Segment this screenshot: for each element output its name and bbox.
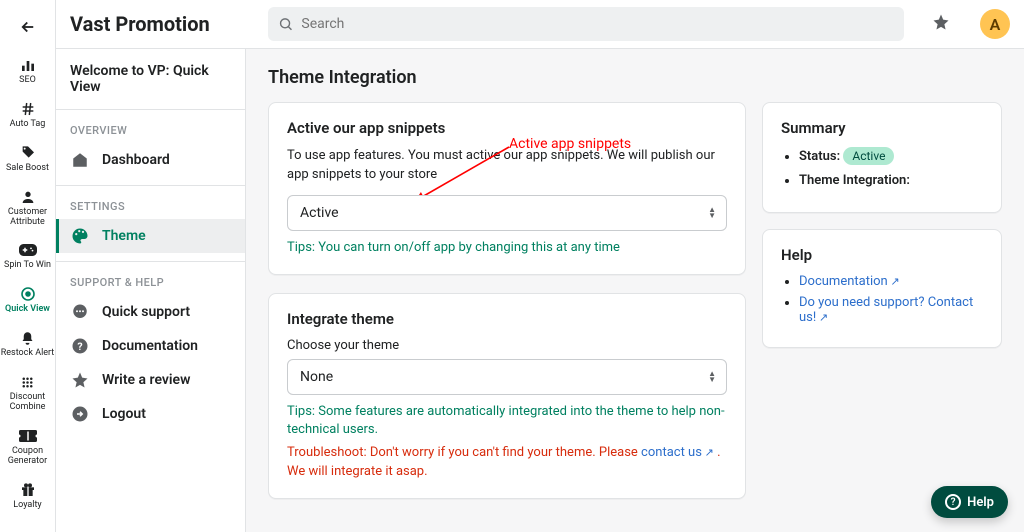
- summary-theme-row: Theme Integration:: [799, 173, 983, 188]
- avatar[interactable]: A: [980, 9, 1010, 39]
- rail-label: Restock Alert: [1, 349, 55, 359]
- section-support: SUPPORT & HELP: [56, 262, 245, 295]
- card-title: Active our app snippets: [287, 119, 727, 137]
- favorite-button[interactable]: [932, 13, 950, 35]
- active-snippets-card: Active app snippets Active our app snipp…: [268, 102, 746, 275]
- section-settings: SETTINGS: [56, 186, 245, 219]
- summary-card: Summary Status: Active Theme Integration…: [762, 102, 1002, 213]
- integrate-theme-card: Integrate theme Choose your theme None ▲…: [268, 293, 746, 499]
- rail-item-seo[interactable]: SEO: [0, 50, 56, 94]
- rail-label: SEO: [19, 76, 36, 86]
- nav-documentation[interactable]: ? Documentation: [56, 329, 245, 363]
- chevron-updown-icon: ▲▼: [708, 207, 716, 219]
- nav-label: Documentation: [102, 338, 198, 354]
- help-widget-label: Help: [967, 495, 994, 510]
- question-circle-icon: ?: [70, 337, 90, 355]
- search-input[interactable]: [301, 16, 894, 32]
- rail-label: Sale Boost: [6, 164, 49, 174]
- rail-item-coupon-generator[interactable]: Coupon Generator: [0, 421, 56, 475]
- left-rail: SEO Auto Tag Sale Boost Customer Attribu…: [0, 0, 56, 532]
- help-widget-button[interactable]: ? Help: [931, 486, 1008, 518]
- rail-item-discount-combine[interactable]: Discount Combine: [0, 367, 56, 421]
- card-title: Integrate theme: [287, 310, 727, 328]
- target-icon: [20, 285, 36, 303]
- search-icon: [278, 16, 293, 32]
- question-icon: ?: [945, 494, 961, 510]
- nav-dashboard[interactable]: Dashboard: [56, 143, 245, 177]
- rail-label: Auto Tag: [10, 120, 46, 130]
- app-title: Vast Promotion: [70, 12, 252, 36]
- welcome-heading: Welcome to VP: Quick View: [56, 49, 245, 110]
- user-icon: [20, 188, 36, 206]
- nav-label: Logout: [102, 406, 146, 422]
- search-field[interactable]: [268, 7, 904, 41]
- home-icon: [70, 151, 90, 169]
- section-overview: OVERVIEW: [56, 110, 245, 143]
- nav-logout[interactable]: Logout: [56, 397, 245, 431]
- rail-label: Discount Combine: [0, 393, 56, 413]
- select-value: Active: [300, 205, 339, 221]
- rail-label: Customer Attribute: [0, 208, 56, 228]
- bell-icon: [20, 329, 35, 347]
- rail-item-restock-alert[interactable]: Restock Alert: [0, 323, 56, 367]
- troubleshoot-text: Troubleshoot: Don't worry if you can't f…: [287, 444, 727, 482]
- help-card: Help Documentation Do you need support? …: [762, 229, 1002, 348]
- nav-label: Theme: [102, 228, 146, 244]
- top-bar: Vast Promotion A: [56, 0, 1024, 48]
- contact-us-link[interactable]: contact us: [641, 445, 714, 460]
- theme-select-label: Choose your theme: [287, 338, 727, 353]
- gift-icon: [20, 481, 36, 499]
- summary-status-row: Status: Active: [799, 147, 983, 165]
- hash-icon: [20, 100, 36, 118]
- palette-icon: [70, 227, 90, 245]
- chevron-updown-icon: ▲▼: [708, 371, 716, 383]
- rail-item-auto-tag[interactable]: Auto Tag: [0, 94, 56, 138]
- status-badge: Active: [843, 147, 894, 165]
- rail-item-sale-boost[interactable]: Sale Boost: [0, 138, 56, 182]
- help-support-link[interactable]: Do you need support? Contact us!: [799, 295, 973, 325]
- rail-label: Spin To Win: [4, 261, 51, 271]
- grid-icon: [20, 373, 35, 391]
- select-value: None: [300, 369, 333, 385]
- bar-chart-icon: [20, 56, 36, 74]
- star-icon: [932, 13, 950, 31]
- card-title: Summary: [781, 119, 983, 137]
- rail-label: Coupon Generator: [0, 447, 56, 467]
- gamepad-icon: [19, 241, 37, 259]
- rail-label: Quick View: [5, 305, 50, 315]
- nav-label: Write a review: [102, 372, 190, 388]
- rail-item-loyalty[interactable]: Loyalty: [0, 475, 56, 519]
- card-tip: Tips: You can turn on/off app by changin…: [287, 239, 727, 258]
- star-icon: [70, 371, 90, 389]
- card-description: To use app features. You must active our…: [287, 147, 727, 185]
- rail-item-customer-attribute[interactable]: Customer Attribute: [0, 182, 56, 236]
- back-button[interactable]: [19, 18, 37, 40]
- nav-label: Quick support: [102, 304, 190, 320]
- help-documentation-link[interactable]: Documentation: [799, 274, 900, 289]
- nav-label: Dashboard: [102, 152, 170, 168]
- nav-theme[interactable]: Theme: [56, 219, 245, 253]
- card-tip: Tips: Some features are automatically in…: [287, 403, 727, 441]
- content-area: Theme Integration Active app snippets Ac…: [246, 49, 1024, 532]
- theme-select[interactable]: None ▲▼: [287, 359, 727, 395]
- sidebar: Welcome to VP: Quick View OVERVIEW Dashb…: [56, 49, 246, 532]
- logout-icon: [70, 405, 90, 423]
- nav-write-review[interactable]: Write a review: [56, 363, 245, 397]
- chat-icon: [70, 303, 90, 321]
- svg-text:?: ?: [77, 340, 82, 353]
- rail-label: Loyalty: [13, 501, 41, 511]
- page-title: Theme Integration: [268, 67, 1002, 88]
- tag-icon: [20, 144, 36, 162]
- card-title: Help: [781, 246, 983, 264]
- rail-item-quick-view[interactable]: Quick View: [0, 279, 56, 323]
- snippets-status-select[interactable]: Active ▲▼: [287, 195, 727, 231]
- rail-item-spin-to-win[interactable]: Spin To Win: [0, 235, 56, 279]
- nav-quick-support[interactable]: Quick support: [56, 295, 245, 329]
- ticket-icon: [19, 427, 37, 445]
